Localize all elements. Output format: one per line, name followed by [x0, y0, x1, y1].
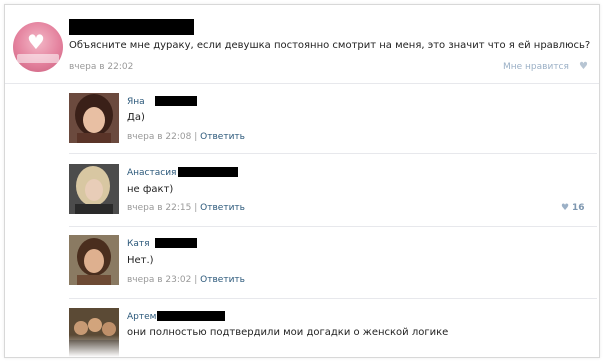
- redacted-surname: [157, 311, 225, 321]
- redacted-author-name: [69, 19, 194, 35]
- comment-timestamp[interactable]: вчера в 22:08: [127, 132, 191, 142]
- comment-author[interactable]: Артем: [127, 312, 156, 322]
- bottom-fade: [5, 335, 599, 357]
- redacted-surname: [155, 96, 197, 106]
- group-avatar[interactable]: ♥: [13, 22, 63, 72]
- divider: [69, 298, 597, 299]
- post-text: Объясните мне дураку, если девушка посто…: [69, 40, 591, 51]
- comment-author[interactable]: Катя: [127, 239, 150, 249]
- like-count: 16: [571, 203, 585, 213]
- comment-author[interactable]: Анастасия: [127, 168, 176, 178]
- comment-text: Да): [127, 112, 145, 123]
- meta-separator: |: [194, 275, 198, 285]
- comment-text: Нет.): [127, 255, 154, 266]
- divider: [5, 83, 599, 84]
- meta-separator: |: [194, 132, 198, 142]
- comment-text: не факт): [127, 184, 174, 195]
- post-timestamp[interactable]: вчера в 22:02: [69, 62, 133, 72]
- redacted-surname: [155, 238, 197, 248]
- comment-timestamp[interactable]: вчера в 23:02: [127, 275, 191, 285]
- comment-meta: вчера в 22:08 | Ответить: [127, 132, 245, 142]
- post-card: ♥ Объясните мне дураку, если девушка пос…: [4, 4, 600, 358]
- avatar[interactable]: [69, 235, 119, 285]
- avatar[interactable]: [69, 164, 119, 214]
- reply-button[interactable]: Ответить: [200, 275, 245, 285]
- comment-meta: вчера в 23:02 | Ответить: [127, 275, 245, 285]
- heart-icon: ♥: [27, 30, 45, 54]
- comment-author[interactable]: Яна: [127, 97, 145, 107]
- comment-timestamp[interactable]: вчера в 22:15: [127, 203, 191, 213]
- avatar-caption-band: [17, 54, 59, 63]
- avatar[interactable]: [69, 93, 119, 143]
- divider: [69, 153, 597, 154]
- reply-button[interactable]: Ответить: [200, 132, 245, 142]
- redacted-surname: [178, 167, 238, 177]
- divider: [69, 226, 597, 227]
- like-button[interactable]: Мне нравится: [503, 62, 569, 72]
- comment-meta: вчера в 22:15 | Ответить: [127, 203, 245, 213]
- comment-like-button[interactable]: ♥ 16: [561, 203, 584, 213]
- heart-icon: ♥: [561, 203, 570, 213]
- meta-separator: |: [194, 203, 198, 213]
- reply-button[interactable]: Ответить: [200, 203, 245, 213]
- heart-icon[interactable]: ♥: [579, 61, 588, 72]
